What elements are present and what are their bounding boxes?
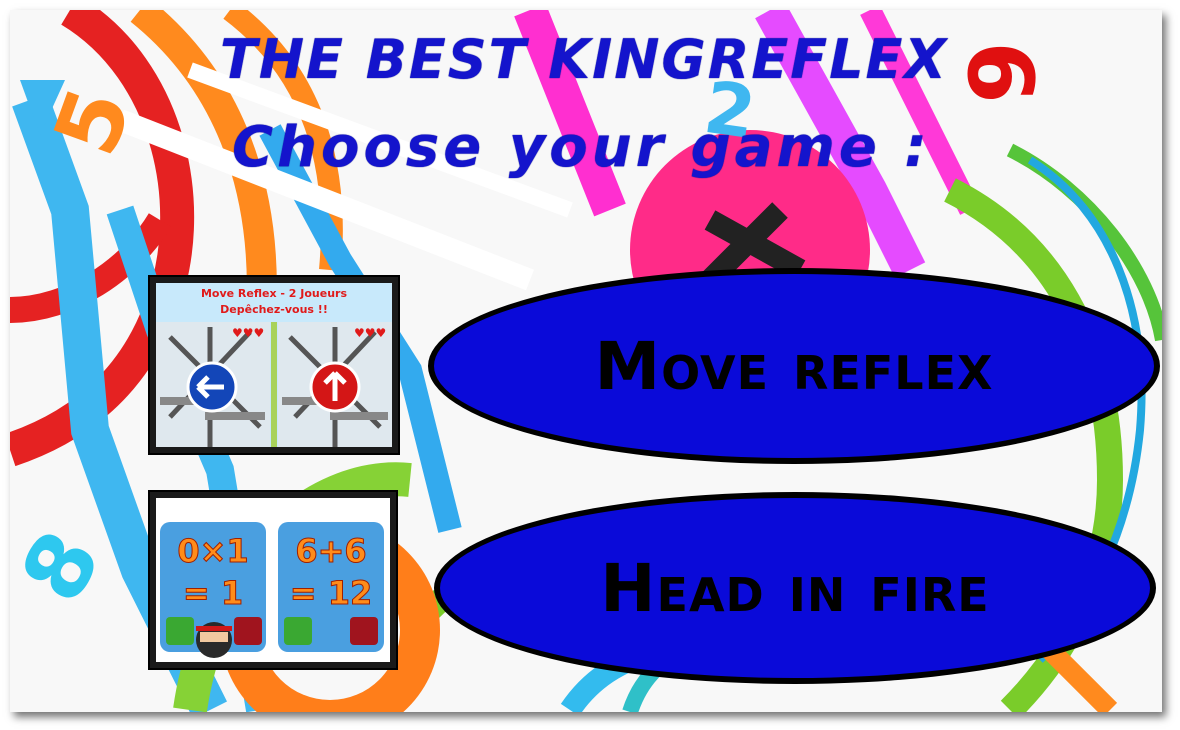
ninja-icon — [196, 622, 232, 658]
move-reflex-button[interactable]: Move reflex — [428, 268, 1160, 464]
arrow-left-icon — [186, 361, 238, 413]
move-reflex-preview: Move Reflex - 2 Joueurs Depêchez-vous !!… — [156, 283, 392, 447]
head-in-fire-button[interactable]: Head in fire — [434, 492, 1156, 684]
left-result: = 1 — [183, 574, 243, 612]
head-in-fire-thumbnail[interactable]: 0×1 = 1 6+6 = 12 — [148, 490, 398, 670]
right-result: = 12 — [290, 574, 372, 612]
move-reflex-thumbnail[interactable]: Move Reflex - 2 Joueurs Depêchez-vous !!… — [148, 275, 400, 455]
app-title: THE BEST KINGREFLEX — [220, 28, 949, 91]
right-equation: 6+6 — [295, 532, 366, 570]
head-in-fire-preview: 0×1 = 1 6+6 = 12 — [156, 498, 390, 662]
left-equation: 0×1 — [177, 532, 248, 570]
head-in-fire-label: Head in fire — [600, 549, 990, 627]
hearts-left: ♥♥♥ — [232, 326, 264, 340]
hearts-right: ♥♥♥ — [354, 326, 386, 340]
move-reflex-label: Move reflex — [594, 327, 994, 405]
arrow-up-icon — [309, 361, 361, 413]
thumb-title-line1: Move Reflex - 2 Joueurs — [201, 287, 348, 300]
page-subtitle: Choose your game : — [232, 115, 931, 180]
thumb-title-line2: Depêchez-vous !! — [220, 303, 328, 316]
app-window: 5 2 6 8 THE BEST KINGREFLEX Choose your … — [10, 10, 1162, 712]
